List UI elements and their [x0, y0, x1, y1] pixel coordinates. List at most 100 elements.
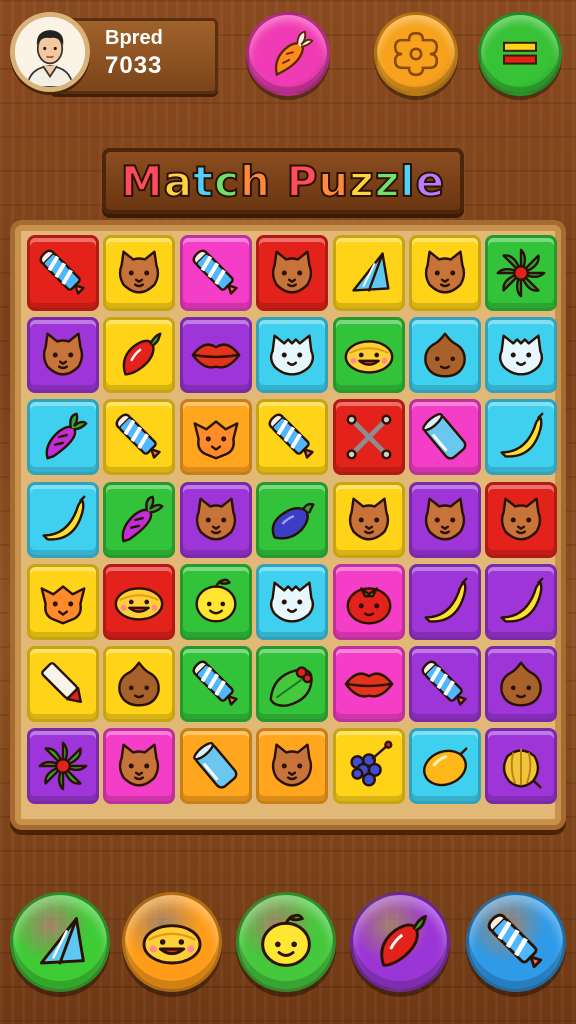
tile-cat-face[interactable] — [103, 728, 176, 805]
tile-banana[interactable] — [485, 399, 558, 476]
tile-crayon[interactable] — [27, 646, 99, 722]
tile-fluffy-cat[interactable] — [256, 317, 329, 394]
tile-gourd[interactable] — [485, 728, 558, 805]
tile-candy-stick[interactable] — [256, 399, 329, 476]
tile-banana[interactable] — [409, 563, 481, 640]
tile-lemon[interactable] — [409, 728, 481, 805]
crayon-icon — [41, 662, 82, 703]
tile-candy-stick[interactable] — [179, 646, 252, 722]
lemon-icon — [423, 747, 468, 787]
tile-carrot[interactable] — [103, 481, 176, 558]
candy-booster-button[interactable] — [466, 892, 566, 992]
tile-cat-face[interactable] — [409, 235, 481, 311]
tile-lips[interactable] — [332, 646, 405, 722]
avatar[interactable] — [10, 12, 90, 92]
game-title: Match Puzzle — [120, 156, 445, 207]
tile-lips[interactable] — [179, 317, 252, 394]
crossed-sticks-icon — [346, 414, 392, 460]
tile-battery-can[interactable] — [179, 728, 252, 805]
tile-cat-face[interactable] — [256, 728, 329, 805]
eggplant-icon — [271, 502, 315, 540]
tile-carrot[interactable] — [27, 399, 99, 476]
berry-leaf-icon — [269, 666, 313, 707]
tile-chestnut-face[interactable] — [103, 646, 176, 722]
tile-lemon-face[interactable] — [179, 563, 252, 640]
lips-icon — [191, 343, 241, 369]
tile-leafy-flower[interactable] — [27, 728, 99, 805]
lemon-face-icon — [195, 578, 237, 623]
tile-candy-stick[interactable] — [179, 235, 252, 311]
pepper-booster-button[interactable] — [350, 892, 450, 992]
banana-icon — [500, 412, 544, 458]
tile-smiley-bun[interactable] — [332, 317, 405, 394]
candy-stick-icon — [268, 413, 314, 460]
candy-stick-icon — [192, 249, 238, 295]
puzzle-piece-icon — [393, 31, 439, 77]
tile-candy-stick[interactable] — [103, 399, 176, 476]
tile-crossed-sticks[interactable] — [332, 399, 405, 476]
tile-candy-stick[interactable] — [27, 235, 99, 311]
chili-pepper-icon — [380, 914, 428, 967]
carrot-icon — [274, 30, 314, 77]
tile-battery-can[interactable] — [409, 399, 481, 476]
player-profile[interactable]: Bpred 7033 — [10, 12, 218, 94]
menu-bars-icon — [503, 41, 537, 65]
tile-eggplant[interactable] — [256, 481, 329, 558]
tile-fox-face[interactable] — [179, 399, 252, 476]
chestnut-face-icon — [500, 661, 543, 707]
candy-stick-icon — [39, 249, 85, 295]
tile-grape-bunch[interactable] — [332, 728, 405, 805]
puzzle-piece-button[interactable] — [374, 12, 458, 96]
game-board — [10, 220, 566, 830]
tile-cat-face[interactable] — [256, 235, 329, 311]
tile-cat-face[interactable] — [485, 481, 558, 558]
paper-cone-icon — [351, 252, 390, 292]
cat-face-icon — [272, 250, 313, 294]
tile-cat-face[interactable] — [179, 481, 252, 558]
title-letter: h — [239, 156, 271, 207]
tile-cat-face[interactable] — [103, 235, 176, 311]
tile-chestnut-face[interactable] — [485, 646, 558, 722]
tile-tomato[interactable] — [332, 563, 405, 640]
chestnut-face-icon — [118, 661, 161, 707]
player-portrait-icon — [15, 17, 85, 87]
tile-smiley-bun[interactable] — [103, 563, 176, 640]
tile-candy-stick[interactable] — [409, 646, 481, 722]
gourd-icon — [503, 748, 542, 789]
lemon-booster-button[interactable] — [236, 892, 336, 992]
tile-fluffy-cat[interactable] — [256, 563, 329, 640]
title-letter — [271, 157, 287, 206]
grape-bunch-icon — [349, 740, 393, 787]
tile-banana[interactable] — [485, 563, 558, 640]
tile-banana[interactable] — [27, 481, 99, 558]
cone-booster-button[interactable] — [10, 892, 110, 992]
cat-face-icon — [42, 332, 84, 376]
smiley-bun-icon — [114, 587, 164, 621]
title-letter: M — [120, 156, 164, 207]
candy-stick-icon — [115, 413, 162, 460]
candy-stick-icon — [192, 660, 238, 706]
tile-leafy-flower[interactable] — [485, 235, 558, 311]
tile-fluffy-cat[interactable] — [485, 317, 558, 394]
bun-booster-button[interactable] — [122, 892, 222, 992]
cat-face-icon — [501, 497, 542, 541]
fluffy-cat-icon — [270, 334, 315, 376]
tile-paper-cone[interactable] — [332, 235, 405, 311]
tile-chili-pepper[interactable] — [103, 317, 176, 394]
tile-cat-face[interactable] — [27, 317, 99, 394]
banana-icon — [42, 495, 86, 541]
tile-fox-face[interactable] — [27, 563, 99, 640]
title-letter: c — [213, 156, 241, 207]
tile-berry-leaf[interactable] — [256, 646, 329, 722]
cat-face-icon — [119, 250, 160, 294]
menu-button[interactable] — [478, 12, 562, 96]
tile-chestnut-face[interactable] — [409, 317, 481, 394]
tile-cat-face[interactable] — [409, 481, 481, 558]
lips-icon — [344, 672, 394, 698]
tile-cat-face[interactable] — [332, 481, 405, 558]
title-letter: u — [317, 156, 350, 207]
carrot-bonus-button[interactable] — [246, 12, 330, 96]
player-score: 7033 — [105, 52, 163, 79]
lemon-face-icon — [261, 913, 311, 967]
carrot-icon — [121, 495, 164, 543]
